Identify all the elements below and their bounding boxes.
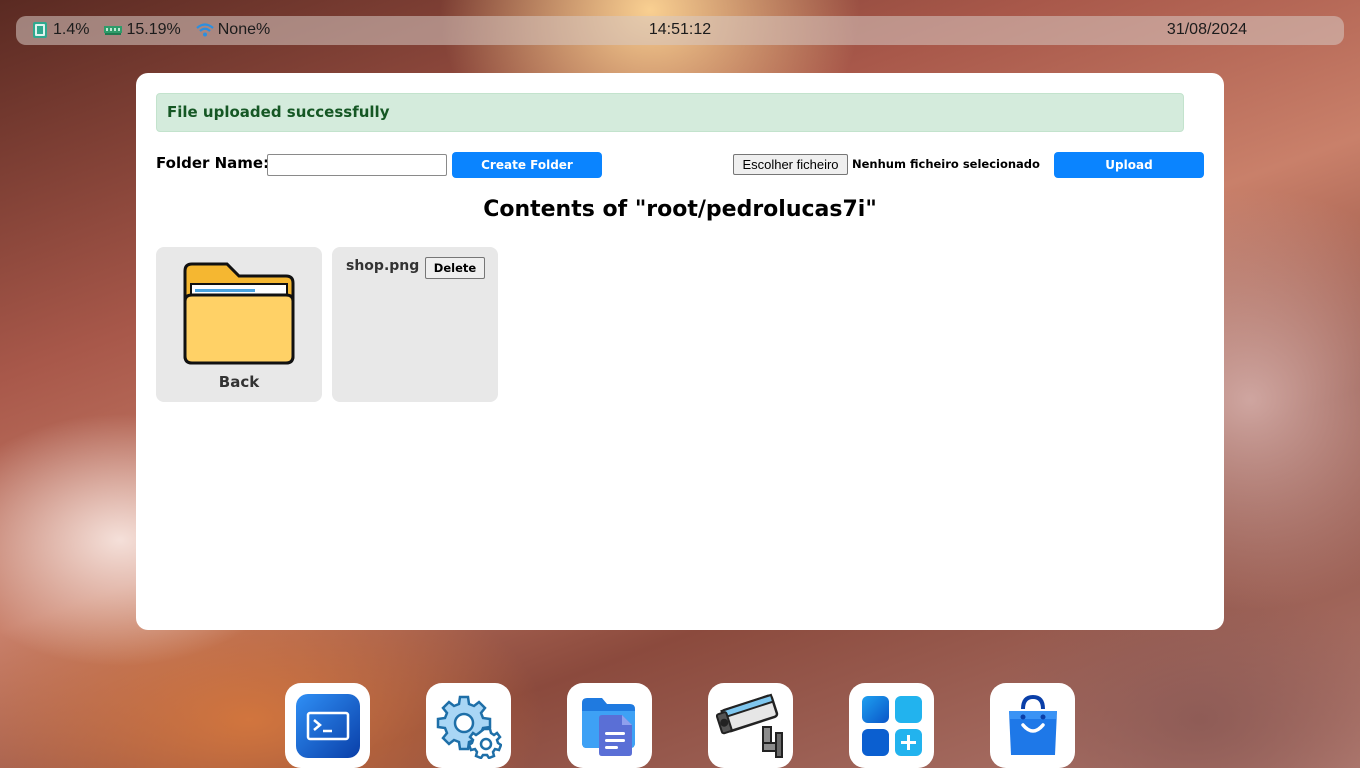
- dock-item-terminal[interactable]: [285, 683, 370, 768]
- back-label: Back: [218, 373, 260, 391]
- dock-item-shop[interactable]: [990, 683, 1075, 768]
- folder-name-input[interactable]: [267, 154, 447, 176]
- files-icon: [581, 697, 635, 756]
- delete-button[interactable]: Delete: [425, 257, 485, 279]
- file-chooser-status: Nenhum ficheiro selecionado: [852, 157, 1040, 171]
- back-folder-tile[interactable]: Back: [156, 247, 322, 402]
- folder-name-label: Folder Name:: [156, 154, 270, 172]
- file-tile[interactable]: shop.png Delete: [332, 247, 498, 402]
- terminal-icon: [295, 693, 360, 758]
- file-name[interactable]: shop.png: [346, 258, 419, 274]
- clock: 14:51:12: [648, 21, 712, 38]
- file-manager-window: File uploaded successfully Folder Name: …: [136, 73, 1224, 630]
- date: 31/08/2024: [1166, 21, 1247, 38]
- upload-button[interactable]: Upload: [1054, 152, 1204, 178]
- success-alert: File uploaded successfully: [156, 93, 1184, 132]
- camera-icon: [715, 693, 783, 758]
- app-store-grid-icon: [861, 695, 922, 756]
- dock-item-files[interactable]: [567, 683, 652, 768]
- status-bar: 1.4% 15.19% None% 14:51:12 31/08/2024: [16, 16, 1344, 45]
- dock-item-settings[interactable]: [426, 683, 511, 768]
- folder-icon: [183, 262, 295, 365]
- dock-item-app-store[interactable]: [849, 683, 934, 768]
- choose-file-button[interactable]: Escolher ficheiro: [733, 154, 848, 175]
- shop-bag-icon: [1008, 694, 1057, 755]
- dock-item-camera[interactable]: [708, 683, 793, 768]
- toolbar: Folder Name: Create Folder Escolher fich…: [156, 152, 1204, 178]
- page-title: Contents of "root/pedrolucas7i": [483, 197, 877, 222]
- create-folder-button[interactable]: Create Folder: [452, 152, 602, 178]
- settings-icon: [436, 695, 502, 759]
